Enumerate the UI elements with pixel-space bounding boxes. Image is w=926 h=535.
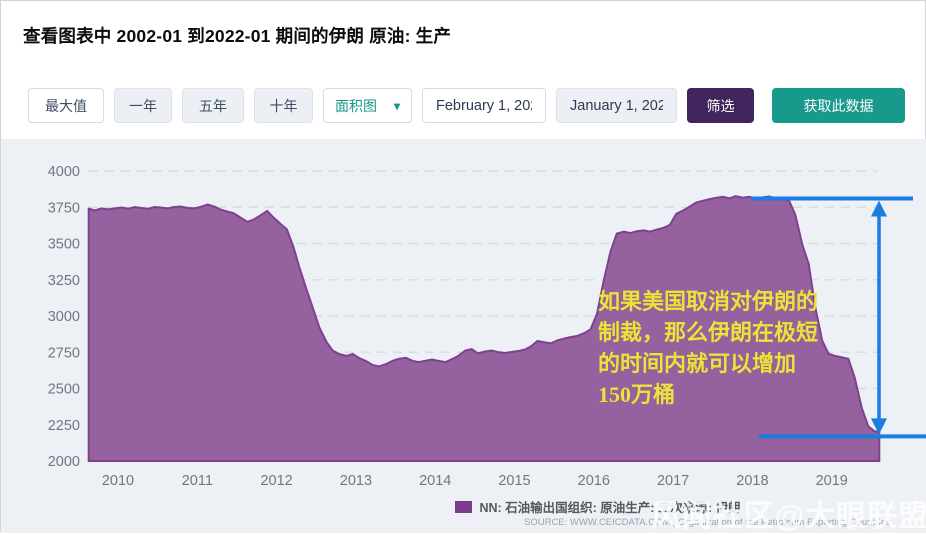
chart-type-select[interactable]: 面积图	[323, 88, 412, 123]
range-button-5y[interactable]: 五年	[182, 88, 244, 123]
x-tick-label: 2019	[816, 473, 848, 489]
range-button-max[interactable]: 最大值	[28, 88, 104, 123]
chart-callout-text: 如果美国取消对伊朗的 制裁，那么伊朗在极短 的时间内就可以增加 150万桶	[598, 286, 888, 410]
y-tick-label: 2250	[48, 418, 80, 434]
filter-button[interactable]: 筛选	[687, 88, 754, 123]
callout-line: 制裁，那么伊朗在极短	[598, 317, 888, 348]
callout-line: 150万桶	[598, 379, 888, 410]
chart-type-value: 面积图	[335, 96, 377, 116]
x-tick-label: 2012	[260, 473, 292, 489]
x-tick-label: 2010	[102, 473, 134, 489]
date-from-input[interactable]	[422, 88, 546, 123]
x-tick-label: 2013	[340, 473, 372, 489]
range-button-10y[interactable]: 十年	[254, 88, 313, 123]
get-data-button[interactable]: 获取此数据	[772, 88, 905, 123]
callout-line: 的时间内就可以增加	[598, 348, 888, 379]
x-tick-label: 2011	[182, 473, 213, 489]
toolbar: 最大值 一年 五年 十年 面积图 筛选 获取此数据	[28, 88, 905, 123]
x-tick-label: 2016	[578, 473, 610, 489]
chevron-down-icon	[394, 99, 400, 113]
y-tick-label: 4000	[48, 164, 80, 180]
date-to-input[interactable]	[556, 88, 677, 123]
y-tick-label: 3500	[48, 237, 80, 253]
range-button-1y[interactable]: 一年	[114, 88, 172, 123]
callout-line: 如果美国取消对伊朗的	[598, 286, 888, 317]
app-frame: 查看图表中 2002-01 到2022-01 期间的伊朗 原油: 生产 最大值 …	[0, 0, 926, 532]
y-tick-label: 3250	[48, 273, 80, 289]
x-tick-label: 2014	[419, 473, 451, 489]
legend-swatch	[455, 501, 472, 513]
y-tick-label: 2500	[48, 382, 80, 398]
x-tick-label: 2018	[736, 473, 768, 489]
arrow-up-icon	[871, 201, 887, 217]
page-title: 查看图表中 2002-01 到2022-01 期间的伊朗 原油: 生产	[23, 23, 451, 48]
y-tick-label: 2750	[48, 345, 80, 361]
y-tick-label: 3750	[48, 200, 80, 216]
chart-section: 4000 3750 3500 3250 3000 2750 2500 2250 2000 2010…	[1, 139, 926, 533]
x-tick-label: 2015	[498, 473, 530, 489]
watermark: 风闻社区@大眼联盟	[651, 491, 926, 535]
y-tick-label: 2000	[48, 454, 80, 470]
y-tick-label: 3000	[48, 309, 80, 325]
x-tick-label: 2017	[657, 473, 689, 489]
